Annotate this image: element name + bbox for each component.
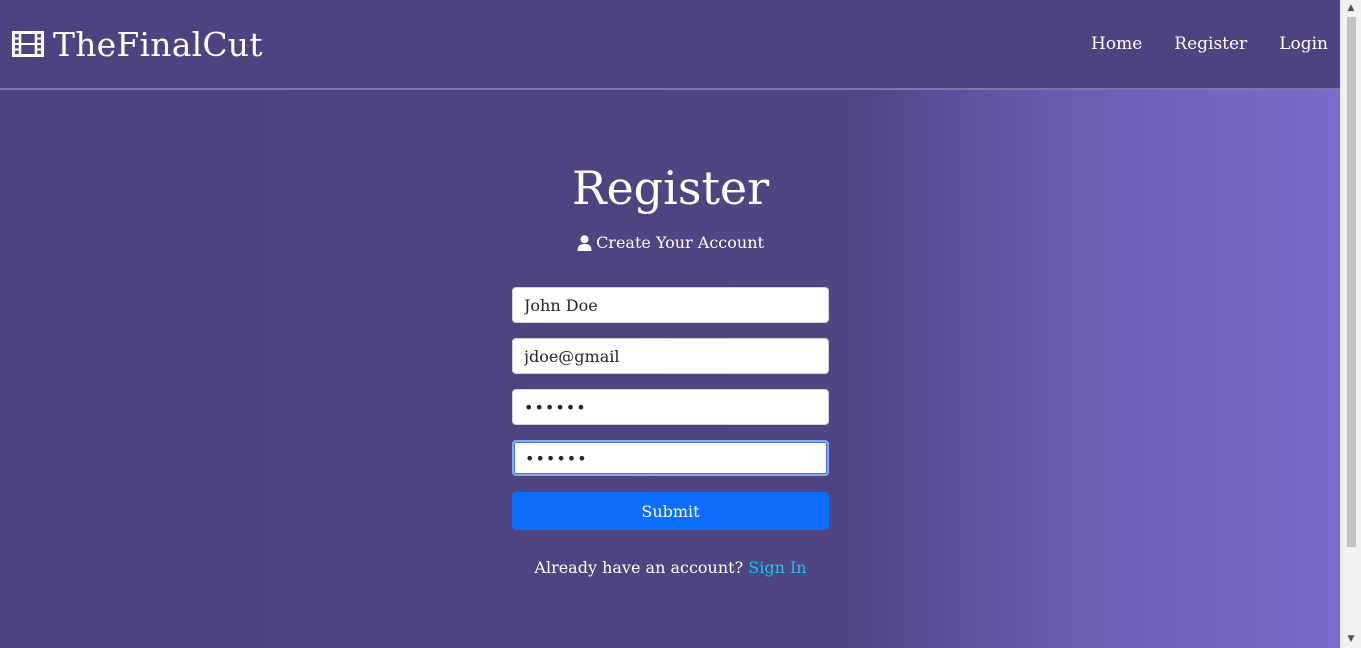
navbar: TheFinalCut Home Register Login — [0, 0, 1340, 90]
scroll-thumb[interactable] — [1347, 17, 1356, 547]
nav-link-login[interactable]: Login — [1279, 34, 1328, 54]
signin-link[interactable]: Sign In — [748, 558, 806, 577]
signin-prompt-text: Already have an account? — [534, 558, 744, 577]
vertical-scrollbar[interactable]: ▲ ▼ — [1340, 0, 1361, 648]
scroll-down-icon[interactable]: ▼ — [1341, 631, 1361, 648]
subtitle-text: Create Your Account — [596, 233, 764, 252]
password-field[interactable] — [512, 389, 829, 425]
confirm-password-field[interactable] — [512, 440, 829, 476]
page-subtitle: Create Your Account — [577, 233, 764, 252]
brand[interactable]: TheFinalCut — [12, 25, 263, 64]
name-field[interactable] — [512, 287, 829, 323]
page-title: Register — [571, 161, 770, 215]
register-panel: Register Create Your Account Submit Alre… — [512, 155, 829, 577]
nav-links: Home Register Login — [1091, 34, 1328, 54]
nav-link-home[interactable]: Home — [1091, 34, 1142, 54]
email-field[interactable] — [512, 338, 829, 374]
user-icon — [577, 234, 592, 251]
brand-name: TheFinalCut — [53, 24, 263, 64]
nav-link-register[interactable]: Register — [1174, 34, 1247, 54]
submit-button[interactable]: Submit — [512, 492, 829, 530]
signin-prompt: Already have an account? Sign In — [534, 558, 806, 577]
film-icon — [12, 31, 44, 57]
scroll-up-icon[interactable]: ▲ — [1341, 0, 1361, 17]
register-form: Submit — [512, 287, 829, 530]
